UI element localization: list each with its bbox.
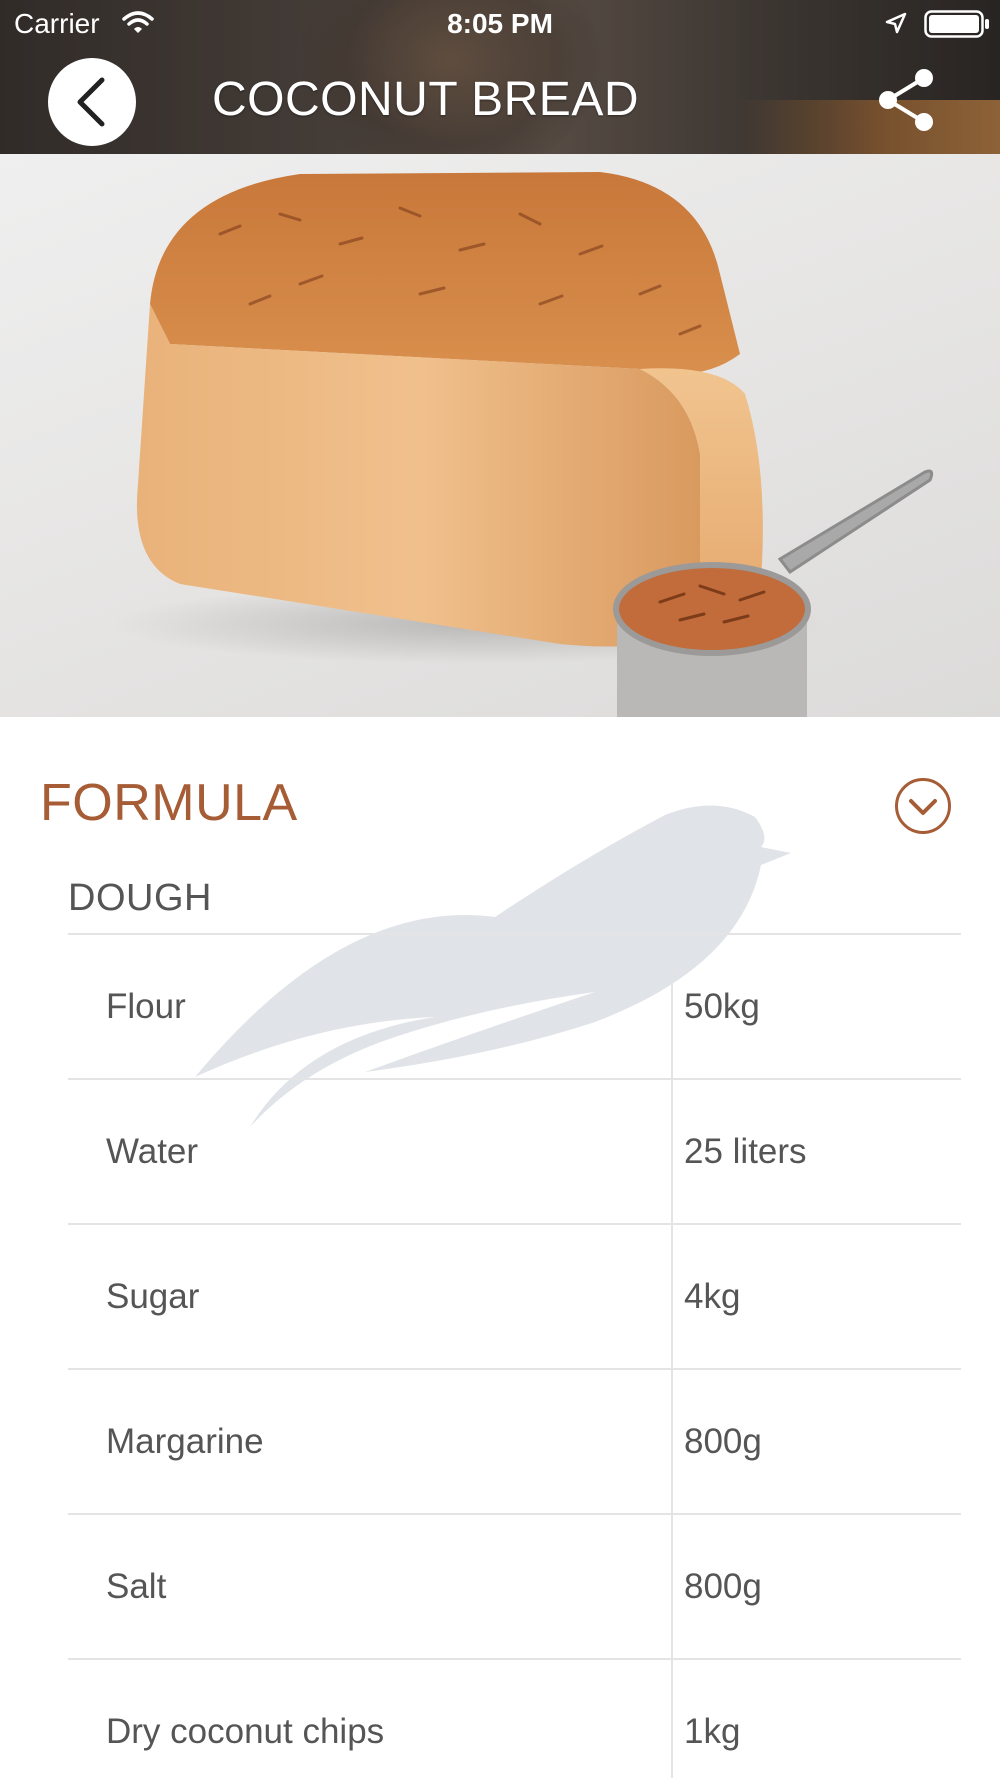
ingredients-table: Flour 50kg Water 25 liters Sugar 4kg Mar… xyxy=(68,933,961,1778)
chevron-left-icon xyxy=(77,77,105,127)
location-arrow-icon xyxy=(885,12,907,34)
collapse-toggle-button[interactable] xyxy=(894,777,952,835)
column-divider xyxy=(671,1225,673,1368)
status-time: 8:05 PM xyxy=(447,8,553,39)
column-divider xyxy=(671,1660,673,1778)
share-icon xyxy=(879,69,933,131)
page-title: COCONUT BREAD xyxy=(212,73,639,126)
table-row: Dry coconut chips 1kg xyxy=(68,1660,961,1778)
ingredient-amount: 4kg xyxy=(684,1277,741,1316)
ingredient-amount: 1kg xyxy=(684,1712,741,1751)
dough-subsection-title: DOUGH xyxy=(68,877,212,919)
column-divider xyxy=(671,1515,673,1658)
column-divider xyxy=(671,1370,673,1513)
table-row: Water 25 liters xyxy=(68,1080,961,1225)
formula-section-header[interactable]: FORMULA xyxy=(0,717,1000,867)
status-bar: Carrier 8:05 PM xyxy=(0,0,1000,50)
column-divider xyxy=(671,1080,673,1223)
table-row: Salt 800g xyxy=(68,1515,961,1660)
ingredient-amount: 25 liters xyxy=(684,1132,807,1171)
ingredient-name: Margarine xyxy=(106,1422,264,1461)
ingredient-name: Sugar xyxy=(106,1277,200,1316)
top-header: Carrier 8:05 PM COCONUT BREAD xyxy=(0,0,1000,154)
ingredient-name: Water xyxy=(106,1132,199,1171)
share-button[interactable] xyxy=(872,66,942,136)
column-divider xyxy=(671,935,673,1078)
coconut-bread-photo xyxy=(0,154,1000,717)
bread-illustration xyxy=(110,172,934,717)
ingredient-amount: 50kg xyxy=(684,987,760,1026)
table-row: Flour 50kg xyxy=(68,935,961,1080)
table-row: Margarine 800g xyxy=(68,1370,961,1515)
back-button[interactable] xyxy=(48,58,136,146)
ingredient-amount: 800g xyxy=(684,1567,762,1606)
ingredient-name: Flour xyxy=(106,987,186,1026)
chevron-down-circle-icon xyxy=(895,778,951,834)
section-title: FORMULA xyxy=(40,774,298,832)
ingredient-name: Salt xyxy=(106,1567,167,1606)
ingredient-name: Dry coconut chips xyxy=(106,1712,385,1751)
table-row: Sugar 4kg xyxy=(68,1225,961,1370)
battery-icon xyxy=(924,10,989,38)
formula-section: FORMULA DOUGH Flour 50kg Water 25 liters… xyxy=(0,717,1000,1778)
ingredient-amount: 800g xyxy=(684,1422,762,1461)
